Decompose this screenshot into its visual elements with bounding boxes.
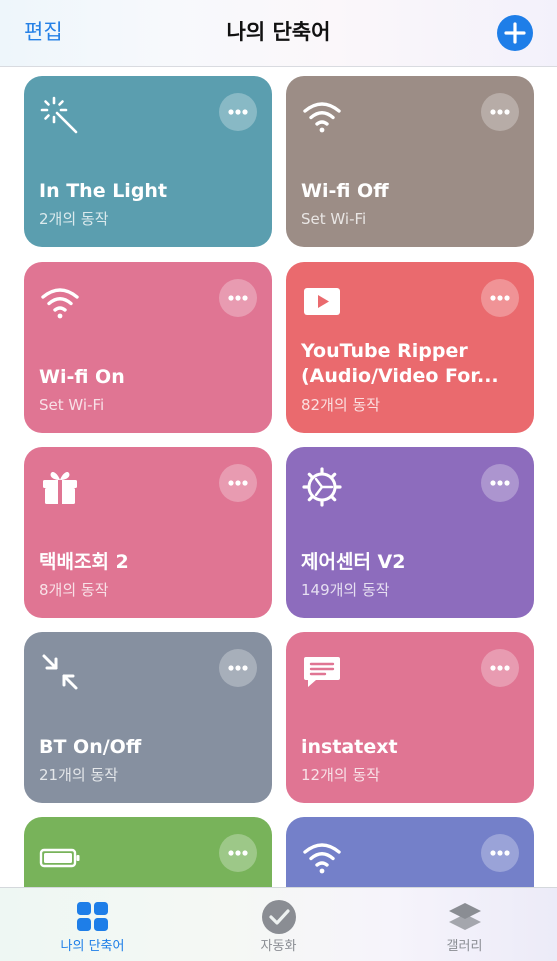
ellipsis-icon (490, 665, 510, 671)
ellipsis-icon (490, 850, 510, 856)
shortcut-card[interactable]: instatext 12개의 동작 (286, 632, 534, 803)
shortcut-action-count: 8개의 동작 (39, 581, 109, 599)
shortcut-action-count: 12개의 동작 (301, 766, 381, 784)
more-options-button[interactable] (219, 649, 257, 687)
shortcut-title: YouTube Ripper (Audio/Video For... (301, 340, 499, 387)
shortcut-card[interactable]: 제어센터 V2 149개의 동작 (286, 447, 534, 618)
ellipsis-icon (228, 295, 248, 301)
shortcut-title: instatext (301, 736, 398, 758)
checkmark-circle-icon (260, 898, 298, 936)
shortcut-action-count: Set Wi-Fi (301, 210, 367, 228)
tab-label: 갤러리 (446, 939, 483, 954)
magic-wand-icon (38, 94, 82, 138)
shortcut-card[interactable] (24, 817, 272, 888)
shortcut-title: BT On/Off (39, 736, 142, 758)
gift-icon (38, 465, 82, 509)
ellipsis-icon (490, 109, 510, 115)
collapse-arrows-icon (38, 650, 82, 694)
shortcut-card[interactable]: 택배조회 2 8개의 동작 (24, 447, 272, 618)
more-options-button[interactable] (481, 279, 519, 317)
shortcut-grid: In The Light 2개의 동작 Wi-fi Off Set Wi-Fi (0, 66, 557, 888)
shortcut-card[interactable]: BT On/Off 21개의 동작 (24, 632, 272, 803)
navigation-bar: 편집 나의 단축어 (0, 0, 557, 67)
grid-icon (74, 898, 112, 936)
ellipsis-icon (228, 109, 248, 115)
shortcut-card[interactable]: YouTube Ripper (Audio/Video For... 82개의 … (286, 262, 534, 433)
shortcut-title: Wi-fi Off (301, 180, 389, 202)
tab-label: 나의 단축어 (60, 939, 125, 954)
more-options-button[interactable] (481, 834, 519, 872)
shortcut-title: 제어센터 V2 (301, 551, 406, 573)
more-options-button[interactable] (481, 649, 519, 687)
more-options-button[interactable] (219, 93, 257, 131)
tab-label: 자동화 (260, 939, 297, 954)
shortcut-card[interactable]: In The Light 2개의 동작 (24, 76, 272, 247)
shortcut-title: Wi-fi On (39, 366, 125, 388)
more-options-button[interactable] (481, 464, 519, 502)
more-options-button[interactable] (219, 464, 257, 502)
more-options-button[interactable] (481, 93, 519, 131)
shortcut-card[interactable]: Wi-fi Off Set Wi-Fi (286, 76, 534, 247)
tab-automation[interactable]: 자동화 (186, 888, 371, 961)
shortcut-action-count: 82개의 동작 (301, 396, 381, 414)
gear-icon (300, 465, 344, 509)
tab-bar: 나의 단축어 자동화 갤러리 (0, 887, 557, 961)
plus-icon (504, 22, 526, 44)
wifi-icon (300, 94, 344, 138)
page-title: 나의 단축어 (226, 20, 331, 44)
ellipsis-icon (228, 850, 248, 856)
shortcut-card[interactable]: Wi-fi On Set Wi-Fi (24, 262, 272, 433)
shortcut-title: In The Light (39, 180, 168, 202)
ellipsis-icon (490, 480, 510, 486)
shortcut-card[interactable] (286, 817, 534, 888)
wifi-icon (38, 280, 82, 324)
ellipsis-icon (228, 665, 248, 671)
battery-icon (38, 835, 82, 879)
ellipsis-icon (228, 480, 248, 486)
tab-gallery[interactable]: 갤러리 (372, 888, 557, 961)
shortcut-action-count: 21개의 동작 (39, 766, 119, 784)
shortcut-action-count: 2개의 동작 (39, 210, 109, 228)
speech-bubble-icon (300, 650, 344, 694)
wifi-icon (300, 835, 344, 879)
add-shortcut-button[interactable] (497, 15, 533, 51)
play-button-icon (300, 280, 344, 324)
tab-my-shortcuts[interactable]: 나의 단축어 (0, 888, 185, 961)
ellipsis-icon (490, 295, 510, 301)
more-options-button[interactable] (219, 834, 257, 872)
layers-icon (446, 898, 484, 936)
shortcut-action-count: Set Wi-Fi (39, 396, 105, 414)
more-options-button[interactable] (219, 279, 257, 317)
shortcut-action-count: 149개의 동작 (301, 581, 390, 599)
shortcut-title: 택배조회 2 (39, 551, 129, 573)
